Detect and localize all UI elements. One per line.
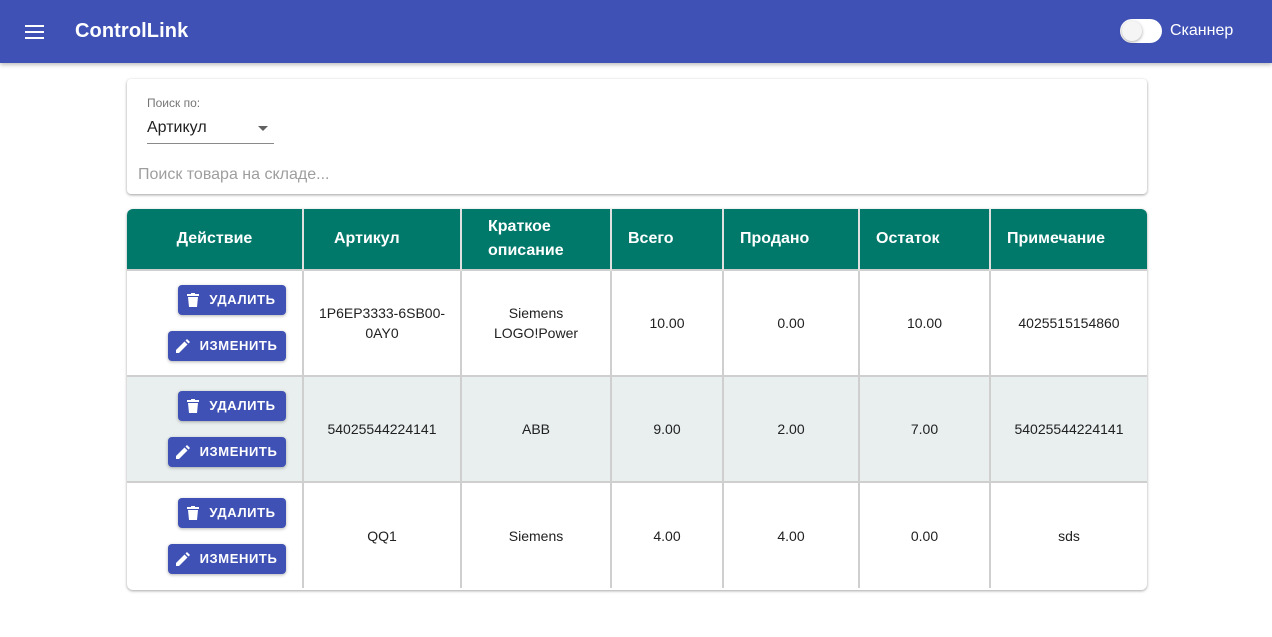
table-header-row: Действие Артикул Краткое описание Всего … bbox=[127, 209, 1147, 270]
remaining-cell: 10.00 bbox=[859, 269, 991, 376]
total-cell: 4.00 bbox=[611, 481, 724, 588]
article-cell: 54025544224141 bbox=[303, 375, 462, 482]
total-cell: 10.00 bbox=[611, 269, 724, 376]
note-cell: sds bbox=[990, 481, 1147, 588]
search-input[interactable] bbox=[138, 163, 1128, 187]
action-cell: УДАЛИТЬ ИЗМЕНИТЬ bbox=[127, 481, 304, 588]
edit-button-label: ИЗМЕНИТЬ bbox=[199, 444, 278, 459]
delete-button-label: УДАЛИТЬ bbox=[209, 504, 276, 520]
app-title: ControlLink bbox=[75, 20, 189, 42]
note-cell: 4025515154860 bbox=[990, 269, 1147, 376]
edit-button[interactable]: ИЗМЕНИТЬ bbox=[167, 437, 286, 467]
trash-icon bbox=[187, 293, 200, 307]
inventory-table: Действие Артикул Краткое описание Всего … bbox=[127, 209, 1147, 590]
header-description: Краткое описание bbox=[461, 209, 612, 270]
delete-button-label: УДАЛИТЬ bbox=[209, 398, 276, 413]
sold-cell: 2.00 bbox=[723, 375, 860, 482]
delete-button[interactable]: УДАЛИТЬ bbox=[177, 497, 286, 528]
pencil-icon bbox=[175, 551, 190, 566]
action-cell: УДАЛИТЬ ИЗМЕНИТЬ bbox=[127, 375, 304, 482]
edit-button[interactable]: ИЗМЕНИТЬ bbox=[167, 543, 286, 574]
description-cell: ABB bbox=[461, 375, 612, 482]
trash-icon bbox=[187, 505, 200, 520]
scanner-switch-track[interactable] bbox=[1120, 19, 1162, 43]
scanner-toggle[interactable]: Сканнер bbox=[1120, 18, 1233, 44]
search-by-select[interactable]: Артикул bbox=[147, 116, 274, 144]
table-row: УДАЛИТЬ ИЗМЕНИТЬ 1P6EP3333-6SB00-0AY0 Si… bbox=[127, 269, 1147, 376]
header-sold: Продано bbox=[723, 209, 860, 270]
header-article: Артикул bbox=[303, 209, 462, 270]
header-remaining: Остаток bbox=[859, 209, 991, 270]
menu-icon bbox=[25, 25, 44, 39]
search-by-label: Поиск по: bbox=[147, 96, 201, 110]
edit-button[interactable]: ИЗМЕНИТЬ bbox=[167, 331, 286, 361]
header-note: Примечание bbox=[990, 209, 1147, 270]
delete-button[interactable]: УДАЛИТЬ bbox=[177, 391, 286, 421]
app-bar: ControlLink Сканнер bbox=[0, 0, 1272, 63]
scanner-switch-thumb[interactable] bbox=[1122, 21, 1142, 41]
search-card: Поиск по: Артикул bbox=[127, 79, 1147, 194]
edit-button-label: ИЗМЕНИТЬ bbox=[199, 338, 278, 353]
article-cell: 1P6EP3333-6SB00-0AY0 bbox=[303, 269, 462, 376]
sold-cell: 4.00 bbox=[723, 481, 860, 588]
action-cell: УДАЛИТЬ ИЗМЕНИТЬ bbox=[127, 269, 304, 376]
trash-icon bbox=[187, 399, 200, 413]
description-cell: Siemens bbox=[461, 481, 612, 588]
table-row: УДАЛИТЬ ИЗМЕНИТЬ QQ1 Siemens 4.00 4.00 0… bbox=[127, 481, 1147, 588]
dropdown-arrow-icon bbox=[258, 126, 268, 131]
delete-button[interactable]: УДАЛИТЬ bbox=[177, 285, 286, 315]
pencil-icon bbox=[175, 339, 190, 353]
delete-button-label: УДАЛИТЬ bbox=[209, 292, 276, 307]
remaining-cell: 7.00 bbox=[859, 375, 991, 482]
header-total: Всего bbox=[611, 209, 724, 270]
article-cell: QQ1 bbox=[303, 481, 462, 588]
search-by-value: Артикул bbox=[147, 119, 207, 136]
header-action: Действие bbox=[127, 209, 304, 270]
pencil-icon bbox=[175, 445, 190, 459]
sold-cell: 0.00 bbox=[723, 269, 860, 376]
scanner-label: Сканнер bbox=[1170, 22, 1234, 39]
remaining-cell: 0.00 bbox=[859, 481, 991, 588]
description-cell: Siemens LOGO!Power bbox=[461, 269, 612, 376]
total-cell: 9.00 bbox=[611, 375, 724, 482]
note-cell: 54025544224141 bbox=[990, 375, 1147, 482]
menu-button[interactable] bbox=[20, 17, 50, 47]
table-row: УДАЛИТЬ ИЗМЕНИТЬ 54025544224141 ABB 9.00… bbox=[127, 375, 1147, 482]
edit-button-label: ИЗМЕНИТЬ bbox=[199, 550, 278, 566]
